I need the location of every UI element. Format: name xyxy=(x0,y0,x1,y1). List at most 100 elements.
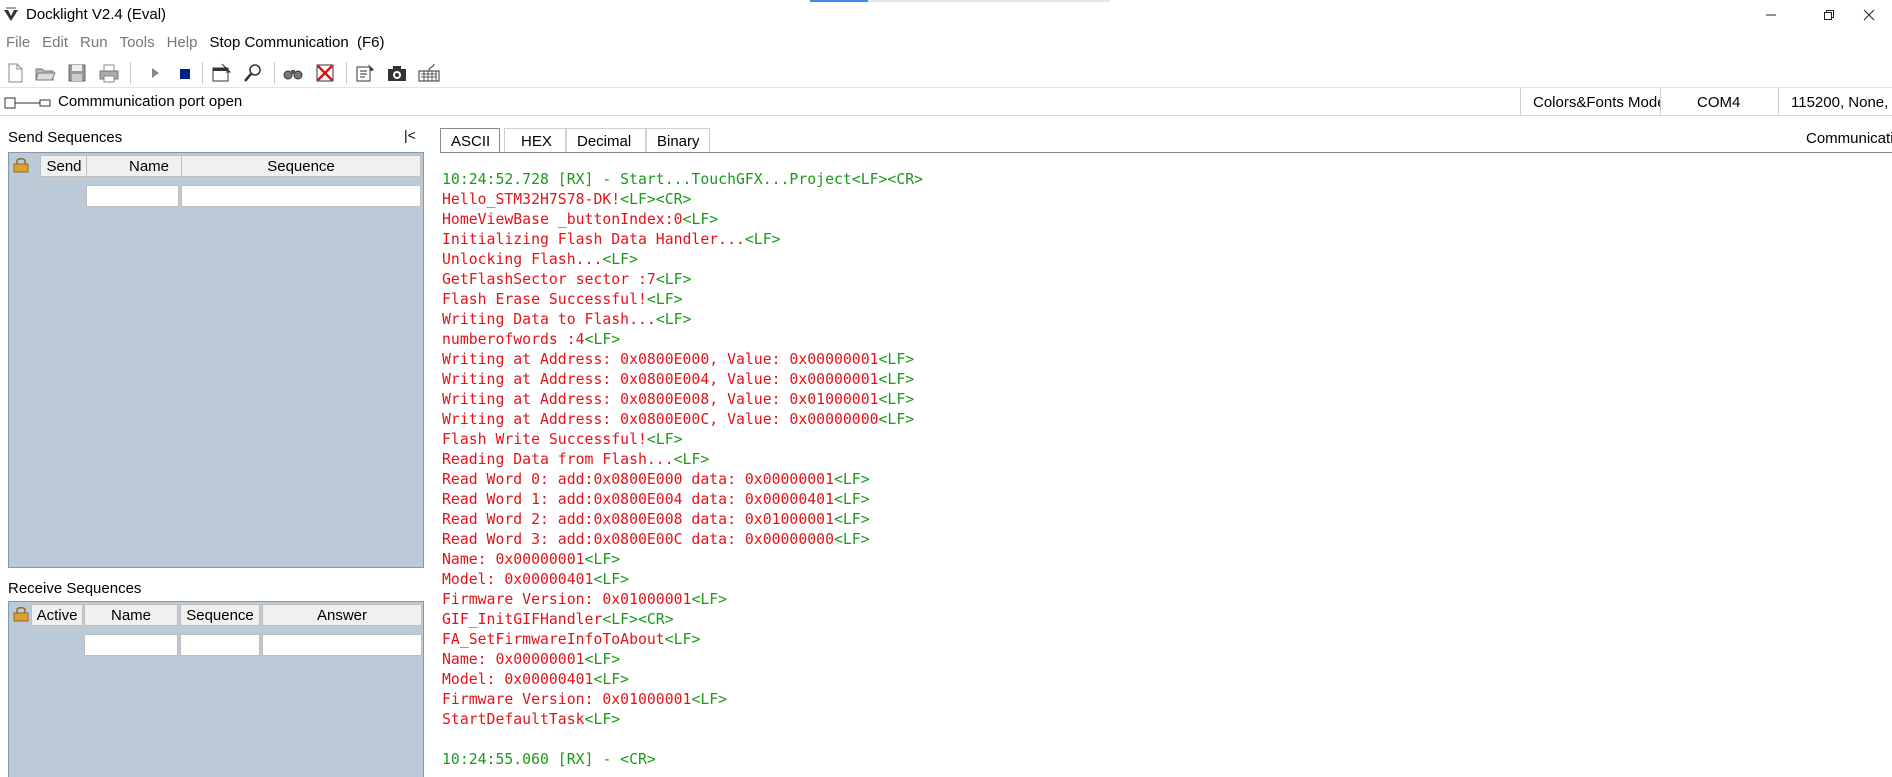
control-chars: <LF> xyxy=(584,551,621,568)
log-line: Firmware Version: 0x01000001<LF> xyxy=(442,591,727,608)
menu-run[interactable]: Run xyxy=(80,34,108,51)
edit-icon xyxy=(356,64,374,82)
receive-sequences-grid: Active Name Sequence Answer xyxy=(8,601,424,777)
keyboard-button[interactable] xyxy=(418,62,440,84)
docklight-logo-icon xyxy=(4,7,18,21)
column-sequence[interactable]: Sequence xyxy=(180,604,260,626)
rx-text: Name: 0x00000001 xyxy=(442,651,585,668)
menu-edit[interactable]: Edit xyxy=(42,34,68,51)
rx-text: Flash Write Successful! xyxy=(442,431,647,448)
search-settings-button[interactable] xyxy=(242,62,264,84)
find-button[interactable] xyxy=(282,62,304,84)
run-button[interactable] xyxy=(144,62,166,84)
column-answer[interactable]: Answer xyxy=(262,604,422,626)
communication-label: Communicatio xyxy=(1806,130,1892,147)
control-chars: <LF> xyxy=(646,291,683,308)
control-chars: <LF> xyxy=(602,251,638,268)
control-chars: <LF> xyxy=(593,571,630,588)
control-chars: <LF> xyxy=(673,451,710,468)
new-button[interactable] xyxy=(4,62,26,84)
restore-icon xyxy=(1824,10,1834,20)
column-active[interactable]: Active xyxy=(31,604,83,626)
log-line: Writing Data to Flash...<LF> xyxy=(442,311,691,328)
control-chars: <LF> xyxy=(691,591,728,608)
communication-log[interactable]: 10:24:52.728 [RX] - Start...TouchGFX...P… xyxy=(440,153,1892,777)
tab-ascii[interactable]: ASCII xyxy=(440,128,500,154)
rx-text: Reading Data from Flash... xyxy=(442,451,674,468)
control-chars: <LF> xyxy=(878,371,915,388)
log-line: Hello_STM32H7S78-DK!<LF><CR> xyxy=(442,191,691,208)
stop-button[interactable] xyxy=(174,62,196,84)
save-button[interactable] xyxy=(66,62,88,84)
rx-text: Writing at Address: 0x0800E008, Value: 0… xyxy=(442,391,879,408)
log-line: Model: 0x00000401<LF> xyxy=(442,571,629,588)
column-sequence[interactable]: Sequence xyxy=(181,155,421,177)
new-send-name-cell[interactable] xyxy=(86,185,179,207)
control-chars: <LF> xyxy=(664,631,701,648)
log-line: Writing at Address: 0x0800E008, Value: 0… xyxy=(442,391,914,408)
column-name[interactable]: Name xyxy=(84,604,178,626)
new-file-icon xyxy=(8,63,23,83)
send-sequences-grid: Send Name Sequence xyxy=(8,152,424,568)
control-chars: <LF> xyxy=(584,651,621,668)
column-send[interactable]: Send xyxy=(40,155,88,177)
control-chars: <LF> xyxy=(682,211,719,228)
log-line: Firmware Version: 0x01000001<LF> xyxy=(442,691,727,708)
control-chars: <LF> xyxy=(833,471,870,488)
tab-binary[interactable]: Binary xyxy=(646,128,710,154)
serial-port-icon xyxy=(4,97,51,109)
tab-decimal[interactable]: Decimal xyxy=(566,128,646,154)
title-bar: Docklight V2.4 (Eval) xyxy=(0,0,1892,30)
print-button[interactable] xyxy=(98,62,120,84)
com-port: COM4 xyxy=(1660,88,1778,116)
toolbar-separator xyxy=(130,62,131,84)
rx-text: FA_SetFirmwareInfoToAbout xyxy=(442,631,665,648)
minimize-button[interactable] xyxy=(1748,0,1794,30)
port-settings: 115200, None, 8 xyxy=(1778,88,1892,116)
clear-icon xyxy=(316,64,334,82)
title-accent-line xyxy=(810,0,1110,2)
run-icon xyxy=(152,68,159,78)
close-icon xyxy=(1863,9,1875,21)
rx-text: Unlocking Flash... xyxy=(442,251,603,268)
control-chars: <LF> xyxy=(655,271,692,288)
menu-file[interactable]: File xyxy=(6,34,30,51)
tab-hex[interactable]: HEX xyxy=(504,128,566,154)
receive-sequences-caption: Receive Sequences xyxy=(8,580,142,597)
new-send-sequence-cell[interactable] xyxy=(181,185,421,207)
control-chars: <LF> xyxy=(833,511,870,528)
open-button[interactable] xyxy=(34,62,56,84)
colors-fonts-mode[interactable]: Colors&Fonts Mode xyxy=(1520,88,1660,116)
rx-text: Firmware Version: 0x01000001 xyxy=(442,591,692,608)
project-settings-button[interactable] xyxy=(210,62,232,84)
control-chars: <LF> xyxy=(691,691,728,708)
rx-text: Name: 0x00000001 xyxy=(442,551,585,568)
log-line: Writing at Address: 0x0800E00C, Value: 0… xyxy=(442,411,914,428)
menu-stop-communication[interactable]: Stop Communication (F6) xyxy=(209,34,384,51)
new-receive-name-cell[interactable] xyxy=(84,634,178,656)
rx-text: Model: 0x00000401 xyxy=(442,571,594,588)
edit-button[interactable] xyxy=(354,62,376,84)
keyboard-icon xyxy=(418,63,440,82)
clear-button[interactable] xyxy=(314,62,336,84)
new-receive-sequence-cell[interactable] xyxy=(180,634,260,656)
menu-tools[interactable]: Tools xyxy=(120,34,155,51)
close-button[interactable] xyxy=(1846,0,1892,30)
find-icon xyxy=(283,70,303,80)
control-chars: <LF> xyxy=(878,351,915,368)
snapshot-button[interactable] xyxy=(386,62,408,84)
rx-text: Writing at Address: 0x0800E00C, Value: 0… xyxy=(442,411,879,428)
print-icon xyxy=(99,64,119,83)
control-chars: <LF> xyxy=(744,231,781,248)
log-line: Writing at Address: 0x0800E004, Value: 0… xyxy=(442,371,914,388)
rx-text: Initializing Flash Data Handler... xyxy=(442,231,745,248)
open-folder-icon xyxy=(35,68,56,81)
log-line: HomeViewBase _buttonIndex:0<LF> xyxy=(442,211,718,228)
log-line: Flash Write Successful!<LF> xyxy=(442,431,683,448)
collapse-panel-button[interactable]: |< xyxy=(404,127,416,143)
rx-text: Firmware Version: 0x01000001 xyxy=(442,691,692,708)
new-receive-answer-cell[interactable] xyxy=(262,634,422,656)
project-settings-icon xyxy=(212,63,232,82)
menu-help[interactable]: Help xyxy=(167,34,198,51)
rx-text: Read Word 2: add:0x0800E008 data: 0x0100… xyxy=(442,511,834,528)
